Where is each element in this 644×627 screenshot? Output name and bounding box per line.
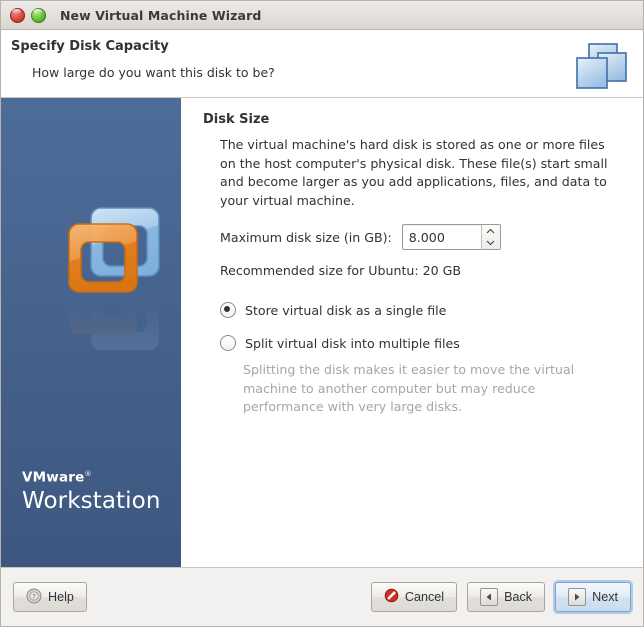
- brand-vmware: VMware®: [22, 469, 161, 486]
- brand-vmware-text: VMware: [22, 469, 85, 486]
- branding-sidebar: VMware® Workstation: [1, 98, 181, 567]
- page-title: Specify Disk Capacity: [11, 39, 169, 54]
- disk-size-spinner[interactable]: [401, 224, 501, 250]
- wizard-body: VMware® Workstation Disk Size The virtua…: [1, 98, 643, 568]
- help-question-icon: ?: [26, 588, 42, 607]
- disk-size-field-row: Maximum disk size (in GB):: [220, 224, 629, 250]
- brand-workstation: Workstation: [22, 487, 161, 514]
- brand-trademark: ®: [84, 469, 92, 478]
- vmware-logo-reflection: [63, 266, 167, 362]
- title-bar: New Virtual Machine Wizard: [1, 1, 643, 30]
- close-circle-icon[interactable]: [10, 7, 25, 23]
- section-description: The virtual machine's hard disk is store…: [220, 137, 608, 208]
- help-button-label: Help: [48, 590, 74, 604]
- stacked-disks-icon: [571, 42, 629, 90]
- arrow-right-icon: [568, 588, 587, 606]
- spinner-arrows[interactable]: [480, 225, 500, 249]
- chevron-down-icon[interactable]: [482, 237, 500, 249]
- content-panel: Disk Size The virtual machine's hard dis…: [181, 98, 643, 567]
- cancel-prohibition-icon: [384, 588, 399, 606]
- radio-option-multiple-files[interactable]: Split virtual disk into multiple files: [220, 335, 629, 351]
- radio-option-single-file[interactable]: Store virtual disk as a single file: [220, 302, 629, 318]
- wizard-header: Specify Disk Capacity How large do you w…: [1, 30, 643, 98]
- wizard-window: New Virtual Machine Wizard Specify Disk …: [0, 0, 644, 627]
- chevron-up-icon[interactable]: [482, 225, 500, 237]
- radio-button-single-file[interactable]: [220, 302, 236, 318]
- recommended-size-text: Recommended size for Ubuntu: 20 GB: [220, 263, 462, 278]
- cancel-button[interactable]: Cancel: [370, 582, 458, 612]
- split-disk-hint: Splitting the disk makes it easier to mo…: [243, 362, 575, 414]
- radio-label-multiple-files: Split virtual disk into multiple files: [245, 335, 460, 351]
- radio-button-multiple-files[interactable]: [220, 335, 236, 351]
- maximize-circle-icon[interactable]: [31, 7, 46, 23]
- vmware-logo-icon: [63, 196, 167, 300]
- window-title: New Virtual Machine Wizard: [60, 7, 262, 23]
- radio-label-single-file: Store virtual disk as a single file: [245, 302, 447, 318]
- back-button[interactable]: Back: [467, 582, 546, 612]
- section-title: Disk Size: [203, 112, 270, 127]
- svg-text:?: ?: [32, 593, 36, 601]
- back-button-label: Back: [504, 590, 533, 604]
- brand-block: VMware® Workstation: [22, 469, 161, 515]
- disk-size-input[interactable]: [402, 225, 481, 249]
- button-bar: ? Help Cancel Back Next: [1, 568, 643, 626]
- arrow-left-icon: [480, 588, 499, 606]
- cancel-button-label: Cancel: [404, 590, 445, 604]
- disk-size-label: Maximum disk size (in GB):: [220, 229, 392, 245]
- page-subtitle: How large do you want this disk to be?: [32, 65, 275, 80]
- next-button-label: Next: [592, 590, 618, 604]
- next-button[interactable]: Next: [555, 582, 631, 612]
- help-button[interactable]: ? Help: [13, 582, 87, 612]
